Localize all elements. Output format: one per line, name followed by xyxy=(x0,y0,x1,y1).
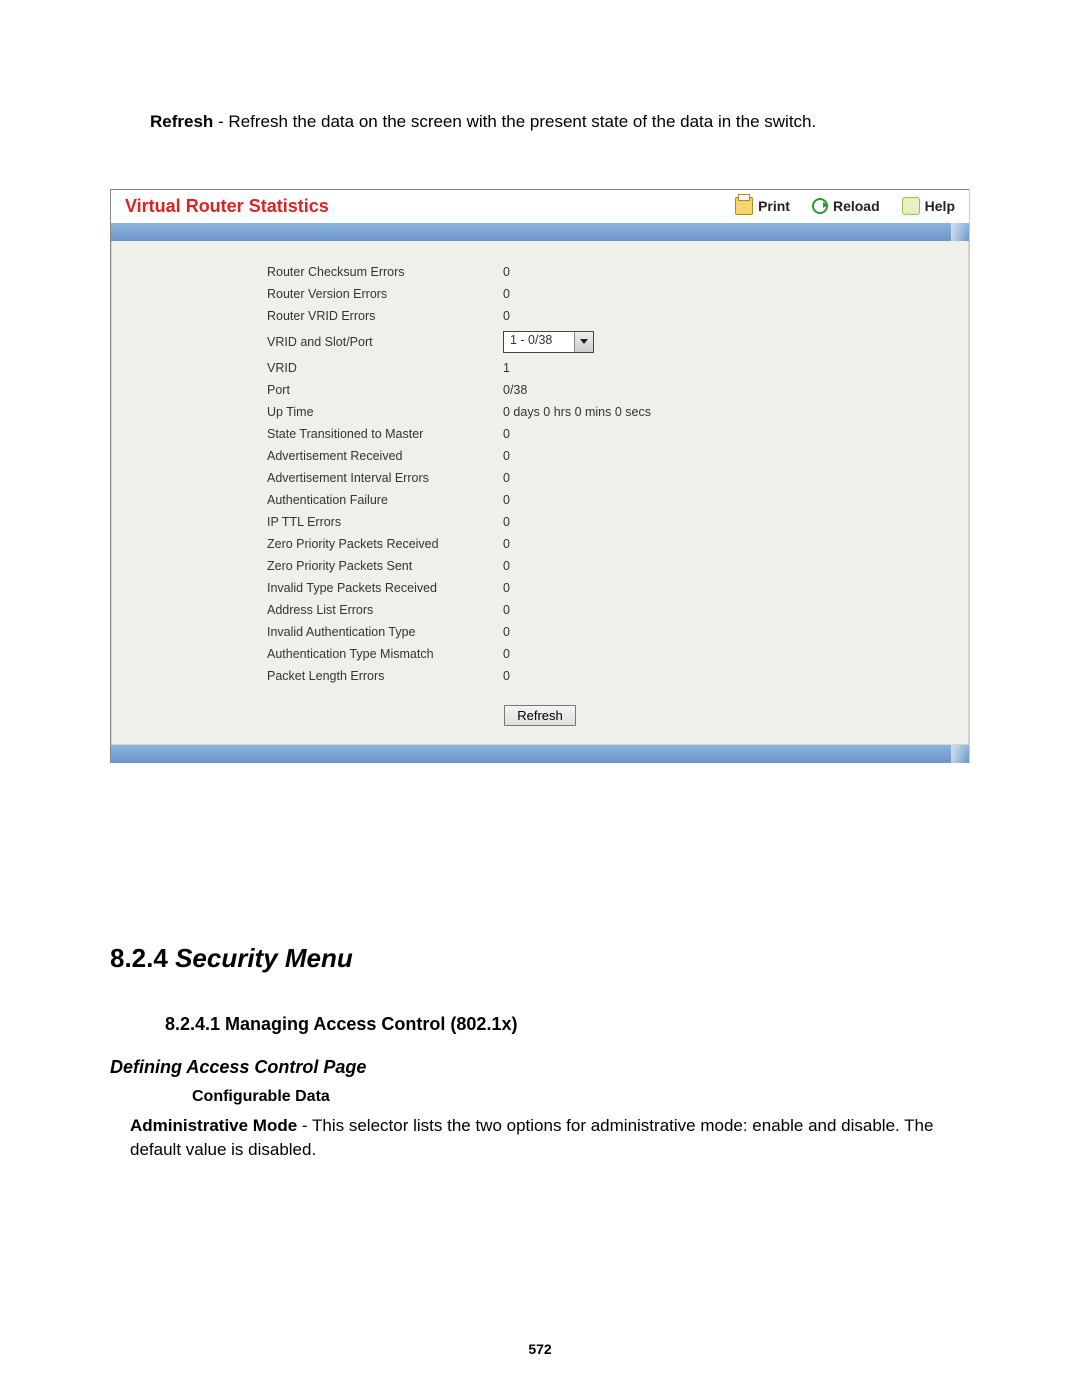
reload-icon xyxy=(812,198,828,214)
stat-value: 0 xyxy=(497,599,661,621)
stat-label: VRID and Slot/Port xyxy=(267,327,497,357)
stat-value: 0 xyxy=(497,665,661,687)
stat-label: State Transitioned to Master xyxy=(267,423,497,445)
table-row: Address List Errors0 xyxy=(267,599,661,621)
print-label: Print xyxy=(758,198,790,214)
stat-value: 0 xyxy=(497,305,661,327)
header-shine xyxy=(951,223,969,241)
print-button[interactable]: Print xyxy=(735,197,790,215)
refresh-button[interactable]: Refresh xyxy=(504,705,576,726)
admin-mode-paragraph: Administrative Mode - This selector list… xyxy=(130,1114,970,1162)
panel-body: Router Checksum Errors0Router Version Er… xyxy=(111,241,969,745)
stat-label: Advertisement Interval Errors xyxy=(267,467,497,489)
stat-label: Up Time xyxy=(267,401,497,423)
stat-value: 1 xyxy=(497,357,661,379)
stat-value: 0 xyxy=(497,283,661,305)
stat-value: 0 xyxy=(497,555,661,577)
table-row: Authentication Type Mismatch0 xyxy=(267,643,661,665)
stat-label: Advertisement Received xyxy=(267,445,497,467)
table-row: Advertisement Received0 xyxy=(267,445,661,467)
panel-title: Virtual Router Statistics xyxy=(125,196,713,217)
stat-value: 0 xyxy=(497,621,661,643)
table-row: Invalid Type Packets Received0 xyxy=(267,577,661,599)
stat-label: VRID xyxy=(267,357,497,379)
stat-value: 0 xyxy=(497,467,661,489)
stat-value: 0 xyxy=(497,423,661,445)
select-value: 1 - 0/38 xyxy=(504,332,574,352)
footer-shine xyxy=(951,745,969,763)
table-row: State Transitioned to Master0 xyxy=(267,423,661,445)
section-heading: 8.2.4 Security Menu xyxy=(110,943,970,974)
stats-panel: Virtual Router Statistics Print Reload H… xyxy=(110,189,970,763)
stat-label: Authentication Failure xyxy=(267,489,497,511)
stat-value: 0 xyxy=(497,511,661,533)
stat-label: Router VRID Errors xyxy=(267,305,497,327)
table-row: Router Version Errors0 xyxy=(267,283,661,305)
stat-label: Router Version Errors xyxy=(267,283,497,305)
footer-divider xyxy=(111,745,969,763)
table-row: Zero Priority Packets Sent0 xyxy=(267,555,661,577)
table-row: Authentication Failure0 xyxy=(267,489,661,511)
stat-label: Port xyxy=(267,379,497,401)
stat-value: 0 xyxy=(497,261,661,283)
stat-label: Invalid Type Packets Received xyxy=(267,577,497,599)
section-title: Security Menu xyxy=(175,943,353,973)
help-label: Help xyxy=(925,198,955,214)
stat-value: 0 xyxy=(497,445,661,467)
stat-label: IP TTL Errors xyxy=(267,511,497,533)
stat-label: Zero Priority Packets Sent xyxy=(267,555,497,577)
table-row: Router Checksum Errors0 xyxy=(267,261,661,283)
print-icon xyxy=(735,197,753,215)
stat-value: 0 xyxy=(497,533,661,555)
help-button[interactable]: Help xyxy=(902,197,955,215)
help-icon xyxy=(902,197,920,215)
reload-label: Reload xyxy=(833,198,880,214)
page-number: 572 xyxy=(0,1341,1080,1357)
page-subheading: Defining Access Control Page xyxy=(110,1057,970,1078)
stat-label: Packet Length Errors xyxy=(267,665,497,687)
stat-value: 0/38 xyxy=(497,379,661,401)
stat-label: Address List Errors xyxy=(267,599,497,621)
reload-button[interactable]: Reload xyxy=(812,198,880,214)
stat-label: Authentication Type Mismatch xyxy=(267,643,497,665)
stat-label: Invalid Authentication Type xyxy=(267,621,497,643)
section-number: 8.2.4 xyxy=(110,943,168,973)
table-row: Advertisement Interval Errors0 xyxy=(267,467,661,489)
stat-value: 0 xyxy=(497,577,661,599)
stat-label: Router Checksum Errors xyxy=(267,261,497,283)
table-row: VRID and Slot/Port 1 - 0/38 xyxy=(267,327,661,357)
intro-lead: Refresh xyxy=(150,112,213,131)
stat-value: 0 days 0 hrs 0 mins 0 secs xyxy=(497,401,661,423)
intro-refresh-text: Refresh - Refresh the data on the screen… xyxy=(150,110,970,134)
table-row: Up Time0 days 0 hrs 0 mins 0 secs xyxy=(267,401,661,423)
table-row: Port0/38 xyxy=(267,379,661,401)
table-row: Packet Length Errors0 xyxy=(267,665,661,687)
stat-value: 0 xyxy=(497,643,661,665)
table-row: Invalid Authentication Type0 xyxy=(267,621,661,643)
vrid-slot-port-select[interactable]: 1 - 0/38 xyxy=(503,331,594,353)
table-row: Router VRID Errors0 xyxy=(267,305,661,327)
subsection-heading: 8.2.4.1 Managing Access Control (802.1x) xyxy=(165,1014,970,1035)
admin-mode-lead: Administrative Mode xyxy=(130,1116,297,1135)
header-divider xyxy=(111,223,969,241)
stat-value: 0 xyxy=(497,489,661,511)
chevron-down-icon[interactable] xyxy=(574,332,593,352)
table-row: Zero Priority Packets Received0 xyxy=(267,533,661,555)
stat-value: 1 - 0/38 xyxy=(497,327,661,357)
stat-label: Zero Priority Packets Received xyxy=(267,533,497,555)
stats-table: Router Checksum Errors0Router Version Er… xyxy=(267,261,661,687)
configurable-data-heading: Configurable Data xyxy=(192,1088,970,1106)
intro-rest: - Refresh the data on the screen with th… xyxy=(213,112,816,131)
table-row: IP TTL Errors0 xyxy=(267,511,661,533)
table-row: VRID1 xyxy=(267,357,661,379)
panel-header: Virtual Router Statistics Print Reload H… xyxy=(111,192,969,223)
